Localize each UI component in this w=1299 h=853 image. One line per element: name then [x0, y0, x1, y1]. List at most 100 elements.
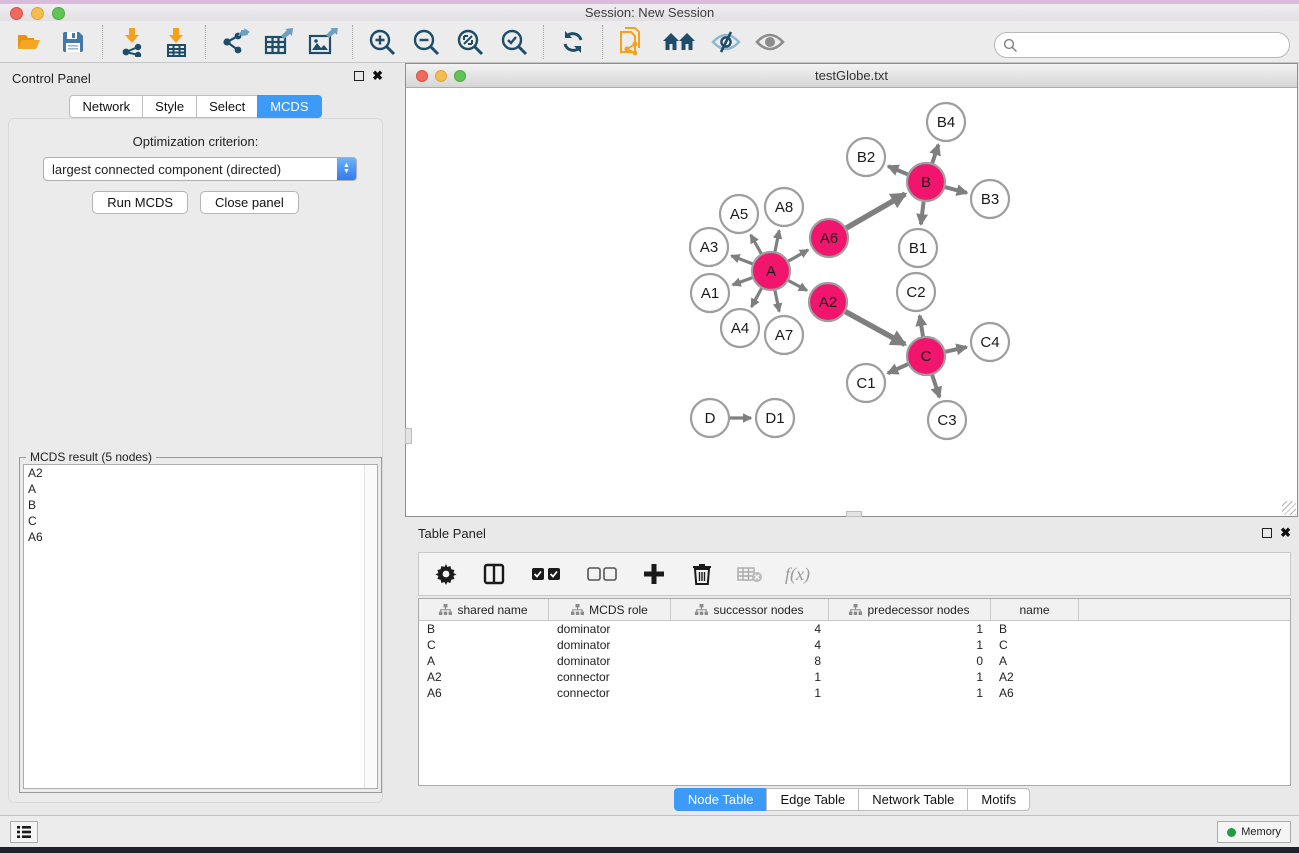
column-header-successor-nodes[interactable]: successor nodes: [671, 599, 829, 620]
graph-node-A7[interactable]: A7: [765, 316, 803, 354]
table-cell[interactable]: 1: [829, 686, 991, 700]
table-cell[interactable]: B: [419, 622, 549, 636]
import-network-button[interactable]: [117, 27, 147, 57]
tab-mcds[interactable]: MCDS: [257, 95, 321, 118]
search-field[interactable]: [994, 32, 1290, 58]
close-window-button[interactable]: [10, 7, 23, 20]
zoom-selected-button[interactable]: [499, 27, 529, 57]
table-row[interactable]: A6connector11A6: [419, 685, 1290, 701]
table-cell[interactable]: A6: [419, 686, 549, 700]
graph-node-D1[interactable]: D1: [756, 399, 794, 437]
table-cell[interactable]: 1: [671, 670, 829, 684]
zoom-window-button[interactable]: [52, 7, 65, 20]
mcds-result-list[interactable]: A2ABCA6: [23, 464, 378, 789]
graph-edge-C-C1[interactable]: [888, 364, 909, 373]
table-row[interactable]: Bdominator41B: [419, 621, 1290, 637]
table-cell[interactable]: 4: [671, 638, 829, 652]
table-cell[interactable]: C: [991, 638, 1079, 652]
graph-edge-A-A3[interactable]: [731, 256, 753, 264]
column-header-name[interactable]: name: [991, 599, 1079, 620]
tab-network[interactable]: Network: [69, 95, 142, 118]
open-file-button[interactable]: [14, 27, 44, 57]
graph-node-C[interactable]: C: [907, 337, 945, 375]
graph-node-B[interactable]: B: [907, 163, 945, 201]
import-table-button[interactable]: [161, 27, 191, 57]
graph-edge-A-A2[interactable]: [788, 280, 807, 290]
resize-grip-icon[interactable]: [1282, 501, 1296, 515]
graph-node-B3[interactable]: B3: [971, 180, 1009, 218]
table-cell[interactable]: B: [991, 622, 1079, 636]
network-window-titlebar[interactable]: testGlobe.txt: [406, 64, 1297, 88]
tab-motifs[interactable]: Motifs: [967, 788, 1030, 811]
result-list-item[interactable]: A2: [24, 465, 377, 481]
tab-style[interactable]: Style: [142, 95, 196, 118]
table-row[interactable]: Cdominator41C: [419, 637, 1290, 653]
graph-node-A3[interactable]: A3: [690, 228, 728, 266]
graph-edge-A-A5[interactable]: [751, 235, 762, 255]
graph-edge-B-B4[interactable]: [932, 145, 938, 164]
tab-network-table[interactable]: Network Table: [858, 788, 967, 811]
table-cell[interactable]: 8: [671, 654, 829, 668]
table-cell[interactable]: A: [991, 654, 1079, 668]
function-builder-button[interactable]: f(x): [785, 564, 810, 585]
table-cell[interactable]: 0: [829, 654, 991, 668]
close-table-panel-icon[interactable]: ✖: [1280, 528, 1291, 538]
minimize-network-button[interactable]: [435, 70, 447, 82]
splitter-handle-left[interactable]: [405, 428, 412, 444]
splitter-handle-bottom[interactable]: [846, 511, 862, 517]
search-input[interactable]: [1023, 38, 1289, 53]
close-panel-icon[interactable]: ✖: [372, 71, 383, 81]
export-image-button[interactable]: [308, 27, 338, 57]
delete-table-button[interactable]: [737, 561, 763, 587]
table-cell[interactable]: A6: [991, 686, 1079, 700]
graph-node-A[interactable]: A: [752, 252, 790, 290]
zoom-fit-button[interactable]: [455, 27, 485, 57]
graph-node-C4[interactable]: C4: [971, 323, 1009, 361]
graph-node-A8[interactable]: A8: [765, 188, 803, 226]
graph-edge-A6-B[interactable]: [846, 194, 906, 229]
float-panel-icon[interactable]: [354, 71, 364, 81]
graph-edge-A-A1[interactable]: [733, 277, 754, 285]
show-panel-button[interactable]: [755, 27, 785, 57]
float-table-panel-icon[interactable]: [1262, 528, 1272, 538]
minimize-window-button[interactable]: [31, 7, 44, 20]
graph-node-B1[interactable]: B1: [899, 229, 937, 267]
graph-node-A6[interactable]: A6: [810, 219, 848, 257]
graph-node-B4[interactable]: B4: [927, 103, 965, 141]
graph-edge-A-A8[interactable]: [775, 231, 779, 253]
save-session-button[interactable]: [58, 27, 88, 57]
graph-edge-C-C2[interactable]: [920, 316, 923, 338]
table-cell[interactable]: 1: [829, 622, 991, 636]
graph-node-A1[interactable]: A1: [691, 274, 729, 312]
graph-edge-A-A7[interactable]: [775, 290, 779, 312]
table-cell[interactable]: connector: [549, 686, 671, 700]
table-cell[interactable]: A: [419, 654, 549, 668]
graph-edge-A-A4[interactable]: [752, 288, 762, 307]
close-network-button[interactable]: [416, 70, 428, 82]
table-cell[interactable]: C: [419, 638, 549, 652]
graph-edge-B-B3[interactable]: [944, 187, 966, 193]
export-network-button[interactable]: [220, 27, 250, 57]
table-cell[interactable]: dominator: [549, 654, 671, 668]
close-panel-button[interactable]: Close panel: [200, 191, 299, 214]
home-button[interactable]: [661, 27, 697, 57]
zoom-network-button[interactable]: [454, 70, 466, 82]
table-settings-button[interactable]: [433, 561, 459, 587]
table-row[interactable]: A2connector11A2: [419, 669, 1290, 685]
result-list-item[interactable]: C: [24, 513, 377, 529]
node-table[interactable]: shared nameMCDS rolesuccessor nodesprede…: [418, 598, 1291, 786]
graph-node-B2[interactable]: B2: [847, 138, 885, 176]
task-history-button[interactable]: [10, 821, 38, 843]
graph-edge-C-C3[interactable]: [932, 374, 940, 397]
graph-node-C2[interactable]: C2: [897, 273, 935, 311]
create-column-button[interactable]: [641, 561, 667, 587]
result-list-item[interactable]: B: [24, 497, 377, 513]
table-cell[interactable]: 4: [671, 622, 829, 636]
result-list-item[interactable]: A6: [24, 529, 377, 545]
graph-node-A2[interactable]: A2: [809, 283, 847, 321]
run-mcds-button[interactable]: Run MCDS: [92, 191, 188, 214]
table-cell[interactable]: A2: [419, 670, 549, 684]
column-header-predecessor-nodes[interactable]: predecessor nodes: [829, 599, 991, 620]
graph-edge-A-A6[interactable]: [788, 250, 809, 262]
table-cell[interactable]: dominator: [549, 622, 671, 636]
